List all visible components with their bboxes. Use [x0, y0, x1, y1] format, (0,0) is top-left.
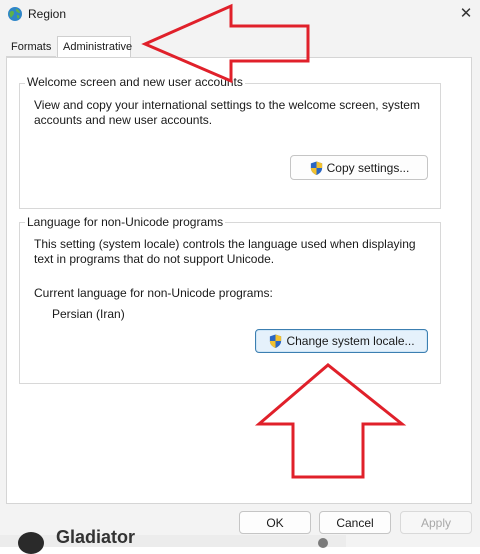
- copy-settings-button[interactable]: Copy settings...: [290, 155, 428, 180]
- title-bar: Region ✕: [0, 0, 480, 30]
- tab-formats[interactable]: Formats: [6, 38, 56, 57]
- change-system-locale-button[interactable]: Change system locale...: [255, 329, 428, 353]
- region-window: Region ✕ Formats Administrative Welcome …: [0, 0, 480, 554]
- close-button[interactable]: ✕: [452, 2, 480, 26]
- tab-administrative[interactable]: Administrative: [57, 36, 132, 58]
- non-unicode-description: This setting (system locale) controls th…: [34, 237, 416, 266]
- change-system-locale-label: Change system locale...: [286, 334, 415, 348]
- apply-button: Apply: [400, 511, 472, 534]
- ok-button[interactable]: OK: [239, 511, 311, 534]
- background-avatar: [18, 532, 44, 554]
- welcome-screen-legend: Welcome screen and new user accounts: [25, 75, 245, 89]
- cancel-button[interactable]: Cancel: [319, 511, 391, 534]
- ok-label: OK: [266, 515, 284, 530]
- close-icon: ✕: [459, 5, 473, 22]
- non-unicode-legend: Language for non-Unicode programs: [25, 215, 226, 229]
- background-window-strip: [0, 535, 346, 547]
- current-language-label: Current language for non-Unicode program…: [34, 286, 273, 300]
- cancel-label: Cancel: [336, 515, 374, 530]
- uac-shield-icon: [270, 334, 282, 349]
- window-title: Region: [28, 7, 67, 21]
- globe-icon: [8, 7, 22, 21]
- tab-panel-administrative: Welcome screen and new user accounts Vie…: [6, 57, 472, 504]
- background-window-text: Gladiator: [56, 527, 136, 547]
- uac-shield-icon: [310, 160, 322, 175]
- welcome-screen-description: View and copy your international setting…: [34, 98, 420, 127]
- copy-settings-label: Copy settings...: [326, 160, 410, 175]
- apply-label: Apply: [420, 515, 452, 530]
- current-language-value: Persian (Iran): [52, 307, 125, 321]
